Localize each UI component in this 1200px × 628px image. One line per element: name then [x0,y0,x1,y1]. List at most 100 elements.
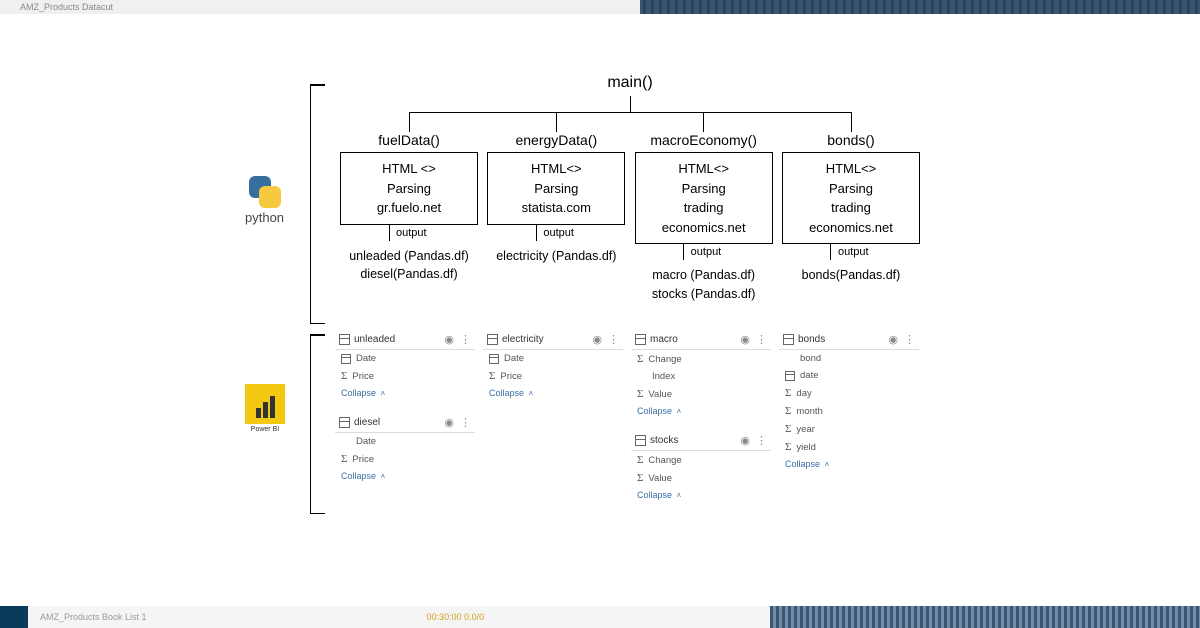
table-header[interactable]: bonds ◉ ⋮ [779,330,919,350]
powerbi-text: Power BI [251,426,279,433]
table-header[interactable]: unleaded◉⋮ [335,330,475,350]
more-icon[interactable]: ⋮ [460,416,471,429]
collapse-link[interactable]: Collapse ˄ [631,403,771,419]
field-name: bond [800,353,821,364]
table-field[interactable]: ΣPrice [335,367,475,385]
table-field[interactable]: bond [779,350,919,367]
function-tree: main() fuelData()HTML <>Parsinggr.fuelo.… [340,74,920,304]
table-field[interactable]: ΣValue [631,385,771,403]
visibility-icon[interactable]: ◉ [740,434,750,447]
visibility-icon[interactable]: ◉ [740,333,750,346]
table-name: bonds [798,334,825,345]
table-field[interactable]: ΣPrice [335,450,475,468]
table-field[interactable]: Date [335,350,475,367]
table-field[interactable]: Index [631,368,771,385]
calendar-icon [341,354,351,364]
calendar-icon [785,371,795,381]
fn-column: energyData() HTML<>Parsingstatista.com out… [487,132,625,304]
fn-name: fuelData() [378,132,439,148]
table-card: macro◉⋮ΣChangeIndexΣValueCollapse ˄ [631,330,771,419]
fn-name: bonds() [827,132,874,148]
more-icon[interactable]: ⋮ [756,333,767,346]
header-decoration [640,0,1200,14]
field-name: Price [500,371,522,382]
fn-box: HTML<>Parsingtradingeconomics.net [782,152,920,244]
collapse-link[interactable]: Collapse ˄ [335,385,475,401]
visibility-icon[interactable]: ◉ [592,333,602,346]
table-field[interactable]: date [779,367,919,384]
field-name: month [796,406,822,417]
table-icon [635,435,646,446]
table-card: electricity◉⋮DateΣPriceCollapse ˄ [483,330,623,401]
sigma-icon: Σ [637,388,643,400]
output-text: bonds(Pandas.df) [802,266,901,285]
table-field[interactable]: Σday [779,384,919,402]
output-label: output [396,227,427,239]
table-icon [783,334,794,345]
bracket-python [310,84,330,324]
output-connector [536,225,537,241]
top-hint: AMZ_Products Datacut [20,2,113,12]
field-name: Change [648,354,681,365]
powerbi-tables: unleaded◉⋮DateΣPriceCollapse ˄diesel◉⋮Da… [335,330,915,503]
more-icon[interactable]: ⋮ [608,333,619,346]
output-text: electricity (Pandas.df) [496,247,616,266]
footer-decoration [770,606,1200,628]
table-header[interactable]: electricity◉⋮ [483,330,623,350]
table-icon [339,417,350,428]
table-field[interactable]: Date [483,350,623,367]
python-text: python [245,210,284,225]
visibility-icon[interactable]: ◉ [444,416,454,429]
fn-name: macroEconomy() [650,132,757,148]
table-card: diesel ◉ ⋮ Date ΣPriceCollapse ˄ [335,413,475,484]
output-text: macro (Pandas.df)stocks (Pandas.df) [652,266,756,304]
collapse-link[interactable]: Collapse ˄ [779,456,919,472]
collapse-link[interactable]: Collapse ˄ [483,385,623,401]
collapse-link[interactable]: Collapse ˄ [631,487,771,503]
output-label: output [838,246,869,258]
powerbi-icon [245,384,285,424]
field-name: Date [356,353,376,364]
sigma-icon: Σ [785,387,791,399]
more-icon[interactable]: ⋮ [904,333,915,346]
table-card: stocks◉⋮ΣChangeΣValueCollapse ˄ [631,431,771,503]
fn-name: energyData() [515,132,597,148]
field-name: Date [356,436,376,447]
visibility-icon[interactable]: ◉ [888,333,898,346]
bracket-powerbi [310,334,330,514]
more-icon[interactable]: ⋮ [756,434,767,447]
table-field[interactable]: ΣValue [631,469,771,487]
output-label: output [543,227,574,239]
visibility-icon[interactable]: ◉ [444,333,454,346]
output-label: output [691,246,722,258]
table-field[interactable]: Σ Price [483,367,623,385]
table-field[interactable]: Σyield [779,438,919,456]
table-field[interactable]: Σmonth [779,402,919,420]
table-header[interactable]: stocks◉⋮ [631,431,771,451]
python-icon [247,174,283,210]
collapse-link[interactable]: Collapse ˄ [335,468,475,484]
fn-column: bonds() HTML<>Parsingtradingeconomics.net… [782,132,920,304]
table-field[interactable]: Date [335,433,475,450]
table-field[interactable]: ΣChange [631,350,771,368]
diagram-canvas: python Power BI main() fuelData()HTML <>… [0,14,1200,606]
sigma-icon: Σ [785,423,791,435]
more-icon[interactable]: ⋮ [460,333,471,346]
table-icon [339,334,350,345]
chevron-up-icon: ˄ [529,389,534,398]
field-name: Change [648,455,681,466]
output-connector [683,244,684,260]
sigma-icon: Σ [341,453,347,465]
sigma-icon: Σ [637,472,643,484]
sigma-icon: Σ [489,370,495,382]
table-header[interactable]: diesel ◉ ⋮ [335,413,475,433]
sigma-icon: Σ [785,441,791,453]
table-header[interactable]: macro◉⋮ [631,330,771,350]
table-field[interactable]: Σyear [779,420,919,438]
table-field[interactable]: ΣChange [631,451,771,469]
field-name: Date [504,353,524,364]
fn-box: HTML<>Parsingstatista.com [487,152,625,225]
field-name: yield [796,442,816,453]
sigma-icon: Σ [785,405,791,417]
table-name: diesel [354,417,380,428]
